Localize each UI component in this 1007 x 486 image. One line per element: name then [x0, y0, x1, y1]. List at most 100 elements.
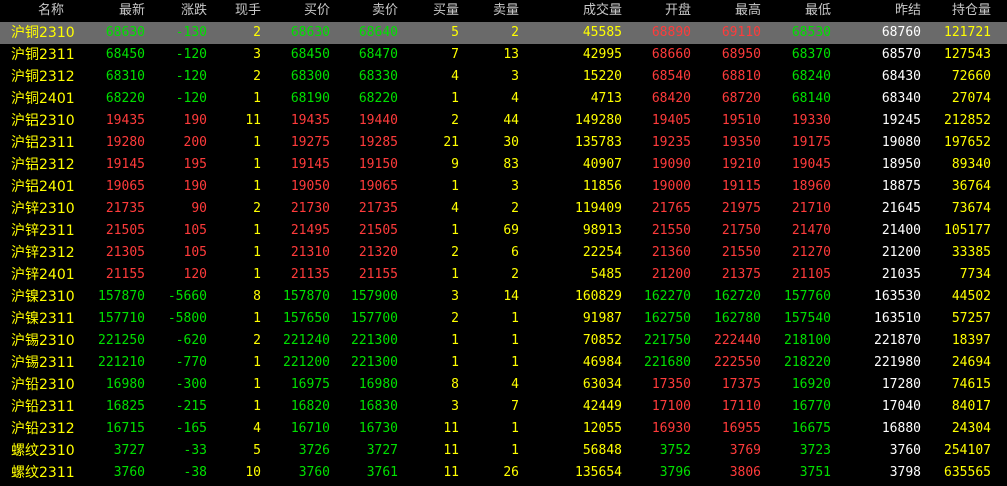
bid-price-cell: 221200 — [283, 355, 330, 370]
table-row[interactable]: 沪铝2310 19435 190 11 19435 19440 2 44 149280 19405… — [0, 110, 1007, 132]
current-volume-cell: 1 — [253, 223, 261, 238]
ask-price-cell: 16730 — [358, 421, 398, 436]
col-header-open[interactable]: 开盘 — [641, 0, 691, 22]
table-row[interactable]: 沪锡2310 221250 -620 2 221240 221300 1 1 70852 2217… — [0, 330, 1007, 352]
low-price-cell: 21470 — [791, 223, 831, 238]
last-price-cell: 16980 — [105, 377, 145, 392]
col-header-bid[interactable]: 买价 — [280, 0, 330, 22]
open-price-cell: 3796 — [659, 465, 691, 480]
high-price-cell: 21975 — [721, 201, 761, 216]
high-price-cell: 3806 — [729, 465, 761, 480]
total-volume-cell: 56848 — [582, 443, 622, 458]
open-price-cell: 17100 — [651, 399, 691, 414]
table-row[interactable]: 沪锌2311 21505 105 1 21495 21505 1 69 98913 21550 21… — [0, 220, 1007, 242]
table-row[interactable]: 沪铝2311 19280 200 1 19275 19285 21 30 135783 19235… — [0, 132, 1007, 154]
last-price-cell: 19280 — [105, 135, 145, 150]
open-price-cell: 68890 — [651, 25, 691, 40]
table-row[interactable]: 沪锌2310 21735 90 2 21730 21735 4 2 119409 21765 219… — [0, 198, 1007, 220]
prev-settle-cell: 17040 — [881, 399, 921, 414]
total-volume-cell: 160829 — [575, 289, 622, 304]
table-row[interactable]: 沪铜2401 68220 -120 1 68190 68220 1 4 4713 68420 687… — [0, 88, 1007, 110]
total-volume-cell: 135654 — [575, 465, 622, 480]
open-interest-cell: 89340 — [951, 157, 991, 172]
instrument-name-cell: 沪锌2401 — [11, 267, 75, 283]
ask-price-cell: 21505 — [358, 223, 398, 238]
bid-volume-cell: 1 — [451, 355, 459, 370]
open-interest-cell: 18397 — [951, 333, 991, 348]
price-change-cell: -38 — [183, 465, 207, 480]
table-row[interactable]: 沪锌2312 21305 105 1 21310 21320 2 6 22254 21360 215… — [0, 242, 1007, 264]
table-row[interactable]: 沪镍2310 157870 -5660 8 157870 157900 3 14 160829 1… — [0, 286, 1007, 308]
table-row[interactable]: 沪铜2311 68450 -120 3 68450 68470 7 13 42995 68660 6… — [0, 44, 1007, 66]
bid-price-cell: 19275 — [290, 135, 330, 150]
col-header-high[interactable]: 最高 — [711, 0, 761, 22]
prev-settle-cell: 68760 — [881, 25, 921, 40]
ask-volume-cell: 6 — [511, 245, 519, 260]
table-row[interactable]: 沪镍2311 157710 -5800 1 157650 157700 2 1 91987 162… — [0, 308, 1007, 330]
open-interest-cell: 7734 — [959, 267, 991, 282]
last-price-cell: 21505 — [105, 223, 145, 238]
prev-settle-cell: 68430 — [881, 69, 921, 84]
last-price-cell: 16825 — [105, 399, 145, 414]
open-price-cell: 162750 — [644, 311, 691, 326]
last-price-cell: 68310 — [105, 69, 145, 84]
col-header-ask-volume[interactable]: 卖量 — [471, 0, 519, 22]
table-row[interactable]: 沪锌2401 21155 120 1 21135 21155 1 2 5485 21200 2137… — [0, 264, 1007, 286]
table-row[interactable]: 沪铜2310 68630 -130 2 68630 68640 5 2 45585 68890 69… — [0, 22, 1007, 44]
ask-volume-cell: 2 — [511, 25, 519, 40]
table-row[interactable]: 沪铜2312 68310 -120 2 68300 68330 4 3 15220 68540 68… — [0, 66, 1007, 88]
ask-price-cell: 68470 — [358, 47, 398, 62]
table-row[interactable]: 沪铅2310 16980 -300 1 16975 16980 8 4 63034 17350 17… — [0, 374, 1007, 396]
current-volume-cell: 1 — [253, 267, 261, 282]
col-header-ask[interactable]: 卖价 — [348, 0, 398, 22]
col-header-prev-settle[interactable]: 昨结 — [871, 0, 921, 22]
total-volume-cell: 22254 — [582, 245, 622, 260]
col-header-name[interactable]: 名称 — [38, 0, 78, 22]
total-volume-cell: 149280 — [575, 113, 622, 128]
table-row[interactable]: 沪铝2401 19065 190 1 19050 19065 1 3 11856 19000 191… — [0, 176, 1007, 198]
table-row[interactable]: 沪铅2311 16825 -215 1 16820 16830 3 7 42449 17100 17… — [0, 396, 1007, 418]
last-price-cell: 21305 — [105, 245, 145, 260]
table-row[interactable]: 螺纹2310 3727 -33 5 3726 3727 11 1 56848 3752 3769 37… — [0, 440, 1007, 462]
prev-settle-cell: 68340 — [881, 91, 921, 106]
current-volume-cell: 1 — [253, 91, 261, 106]
bid-volume-cell: 8 — [451, 377, 459, 392]
low-price-cell: 19045 — [791, 157, 831, 172]
low-price-cell: 16770 — [791, 399, 831, 414]
last-price-cell: 68220 — [105, 91, 145, 106]
current-volume-cell: 1 — [253, 355, 261, 370]
prev-settle-cell: 3760 — [889, 443, 921, 458]
col-header-open-interest[interactable]: 持仓量 — [935, 0, 991, 22]
prev-settle-cell: 21035 — [881, 267, 921, 282]
current-volume-cell: 2 — [253, 25, 261, 40]
col-header-change[interactable]: 涨跌 — [157, 0, 207, 22]
instrument-name-cell: 沪镍2310 — [11, 289, 75, 305]
instrument-name-cell: 沪锌2312 — [11, 245, 75, 261]
col-header-bid-volume[interactable]: 买量 — [411, 0, 459, 22]
table-row[interactable]: 螺纹2311 3760 -38 10 3760 3761 11 26 135654 3796 380… — [0, 462, 1007, 484]
col-header-volume-now[interactable]: 现手 — [215, 0, 261, 22]
high-price-cell: 19510 — [721, 113, 761, 128]
instrument-name-cell: 沪铅2312 — [11, 421, 75, 437]
instrument-name-cell: 沪镍2311 — [11, 311, 75, 327]
ask-volume-cell: 83 — [503, 157, 519, 172]
bid-price-cell: 68630 — [290, 25, 330, 40]
bid-volume-cell: 4 — [451, 201, 459, 216]
col-header-last[interactable]: 最新 — [95, 0, 145, 22]
open-price-cell: 221750 — [644, 333, 691, 348]
ask-volume-cell: 13 — [503, 47, 519, 62]
table-row[interactable]: 沪铝2312 19145 195 1 19145 19150 9 83 40907 19090 19… — [0, 154, 1007, 176]
bid-price-cell: 16710 — [290, 421, 330, 436]
bid-price-cell: 16820 — [290, 399, 330, 414]
open-price-cell: 3752 — [659, 443, 691, 458]
current-volume-cell: 1 — [253, 245, 261, 260]
last-price-cell: 157710 — [98, 311, 145, 326]
table-row[interactable]: 沪锡2311 221210 -770 1 221200 221300 1 1 46984 2216… — [0, 352, 1007, 374]
ask-volume-cell: 1 — [511, 333, 519, 348]
bid-volume-cell: 7 — [451, 47, 459, 62]
ask-volume-cell: 30 — [503, 135, 519, 150]
col-header-total-volume[interactable]: 成交量 — [560, 0, 622, 22]
open-price-cell: 221680 — [644, 355, 691, 370]
col-header-low[interactable]: 最低 — [781, 0, 831, 22]
table-row[interactable]: 沪铅2312 16715 -165 4 16710 16730 11 1 12055 16930 1… — [0, 418, 1007, 440]
